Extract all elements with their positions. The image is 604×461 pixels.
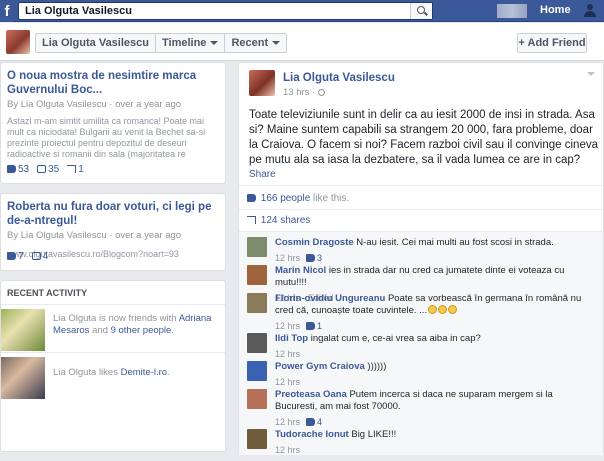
search-box[interactable]: Lia Olguta Vasilescu xyxy=(18,2,433,20)
comment-meta: 12 hrs 4 xyxy=(275,417,323,427)
commenter-avatar[interactable] xyxy=(247,389,267,409)
search-icon xyxy=(417,6,425,14)
recent-label: Recent xyxy=(231,37,269,49)
activity-text: Lia Olguta likes Demite-l.ro. xyxy=(53,367,170,378)
recent-dropdown[interactable]: Recent xyxy=(225,34,286,52)
like-icon xyxy=(306,254,316,262)
like-icon xyxy=(7,165,16,173)
timeline-label: Timeline xyxy=(162,37,207,49)
timeline-nav: Lia Olguta Vasilescu Timeline Recent xyxy=(35,33,288,53)
comments-list: Cosmin Dragoste N-au iesit. Cei mai mult… xyxy=(239,231,603,455)
blog-post-title[interactable]: O noua mostra de nesimtire marca Guvernu… xyxy=(7,69,219,97)
post-timestamp[interactable]: 13 hrs · xyxy=(283,87,326,98)
comment-meta: 12 hrs xyxy=(275,377,301,387)
search-button[interactable] xyxy=(410,3,432,19)
blog-post-excerpt: Astazi m-am simtit umilita ca romanca! P… xyxy=(7,116,206,159)
comment-meta: 12 hrs xyxy=(275,349,301,359)
comment-like-count[interactable]: 1 xyxy=(306,321,322,331)
comment-like-count[interactable]: 4 xyxy=(306,417,322,427)
user-avatar-blurred[interactable] xyxy=(497,4,527,18)
emoji-icon xyxy=(448,305,458,314)
search-input[interactable]: Lia Olguta Vasilescu xyxy=(25,5,132,17)
facebook-logo[interactable]: f xyxy=(0,0,14,22)
left-column: O noua mostra de nesimtire marca Guvernu… xyxy=(0,62,226,461)
activity-link[interactable]: 9 other people xyxy=(111,325,172,336)
commenter-name[interactable]: Marin Nicol xyxy=(275,265,326,276)
blog-post-meta: By Lia Olguta Vasilescu · over a year ag… xyxy=(7,230,182,241)
commenter-name[interactable]: Florin-ovidiu Ungureanu xyxy=(275,293,385,304)
blog-post-title[interactable]: Roberta nu fura doar voturi, ci legi pe … xyxy=(7,200,219,228)
comment-text: N-au iesit. Cei mai multi au fost scosi … xyxy=(353,237,554,248)
shares-summary[interactable]: 124 shares xyxy=(247,215,310,226)
comment-count[interactable]: 35 xyxy=(37,164,59,175)
recent-activity-heading: RECENT ACTIVITY xyxy=(1,281,225,305)
commenter-name[interactable]: Preoteasa Oana xyxy=(275,389,347,400)
profile-picture[interactable] xyxy=(6,30,30,54)
share-icon xyxy=(247,216,256,224)
likes-summary[interactable]: 166 people like this. xyxy=(247,193,349,204)
commenter-avatar[interactable] xyxy=(247,237,267,257)
like-icon xyxy=(306,322,316,330)
commenter-avatar[interactable] xyxy=(247,265,267,285)
commenter-name[interactable]: Power Gym Craiova xyxy=(275,361,365,372)
commenter-avatar[interactable] xyxy=(247,361,267,381)
post-author-name[interactable]: Lia Olguta Vasilescu xyxy=(283,72,395,84)
activity-thumbnail[interactable] xyxy=(1,357,45,399)
emoji-icon xyxy=(428,305,438,314)
like-icon xyxy=(306,418,316,426)
top-navigation-bar: f Lia Olguta Vasilescu Home xyxy=(0,0,604,22)
blog-post-card: O noua mostra de nesimtire marca Guvernu… xyxy=(0,62,226,184)
comment-text: ingalat cum e, ce-ai vrea sa aiba in cap… xyxy=(308,333,481,344)
chevron-down-icon xyxy=(272,41,281,46)
post-options-icon[interactable] xyxy=(587,72,595,76)
comment-count[interactable]: 4 xyxy=(31,251,48,262)
like-icon xyxy=(7,252,16,260)
commenter-name[interactable]: Cosmin Dragoste xyxy=(275,237,354,248)
like-icon xyxy=(247,194,256,202)
comment-like-count[interactable]: 3 xyxy=(306,253,322,263)
main-post-card: Lia Olguta Vasilescu 13 hrs · Toate tele… xyxy=(238,62,604,455)
add-friend-button[interactable]: + Add Friend xyxy=(517,33,587,53)
commenter-name[interactable]: Ildi Top xyxy=(275,333,308,344)
globe-icon xyxy=(318,89,326,96)
comment-text: Big LIKE!!! xyxy=(348,429,397,440)
divider xyxy=(239,209,603,210)
like-count[interactable]: 53 xyxy=(7,164,29,175)
activity-link[interactable]: Demite-l.ro xyxy=(121,367,167,378)
share-icon xyxy=(67,165,77,173)
activity-thumbnail[interactable] xyxy=(1,309,45,351)
share-count[interactable]: 1 xyxy=(67,164,84,175)
commenter-name[interactable]: Tudorache Ionut xyxy=(275,429,349,440)
commenter-avatar[interactable] xyxy=(247,429,267,449)
activity-item: Lia Olguta is now friends with Adriana M… xyxy=(1,305,225,353)
comment-icon xyxy=(37,165,47,173)
blog-post-meta: By Lia Olguta Vasilescu · over a year ag… xyxy=(7,99,182,110)
recent-activity-card: RECENT ACTIVITY Lia Olguta is now friend… xyxy=(0,280,226,452)
comment-icon xyxy=(31,252,41,260)
emoji-icon xyxy=(438,305,448,314)
commenter-avatar[interactable] xyxy=(247,293,267,313)
activity-item: Lia Olguta likes Demite-l.ro. xyxy=(1,353,225,401)
blog-post-card: Roberta nu fura doar voturi, ci legi pe … xyxy=(0,193,226,271)
profile-name-button[interactable]: Lia Olguta Vasilescu xyxy=(36,34,156,52)
share-link[interactable]: Share xyxy=(249,169,276,180)
comment-meta: 12 hrs 1 xyxy=(275,321,323,331)
comment-meta: 12 hrs xyxy=(275,445,301,455)
activity-text: Lia Olguta is now friends with Adriana M… xyxy=(53,313,212,336)
comment-meta: 12 hrs 3 xyxy=(275,253,323,263)
timeline-dropdown[interactable]: Timeline xyxy=(156,34,226,52)
comment-text: )))))) xyxy=(364,361,387,372)
like-count[interactable]: 7 xyxy=(7,251,24,262)
divider xyxy=(239,185,603,186)
post-text: Toate televiziunile sunt in delir ca au … xyxy=(249,109,598,166)
home-link[interactable]: Home xyxy=(540,4,571,16)
friend-requests-icon[interactable] xyxy=(583,4,597,18)
blog-post-stats: 53 35 1 xyxy=(7,164,84,175)
add-friend-label: Add Friend xyxy=(527,37,586,49)
author-avatar[interactable] xyxy=(249,70,275,96)
commenter-avatar[interactable] xyxy=(247,333,267,353)
chevron-down-icon xyxy=(210,41,219,46)
profile-header-bar: Lia Olguta Vasilescu Timeline Recent + A… xyxy=(0,23,604,61)
blog-post-stats: 7 4 xyxy=(7,251,48,262)
